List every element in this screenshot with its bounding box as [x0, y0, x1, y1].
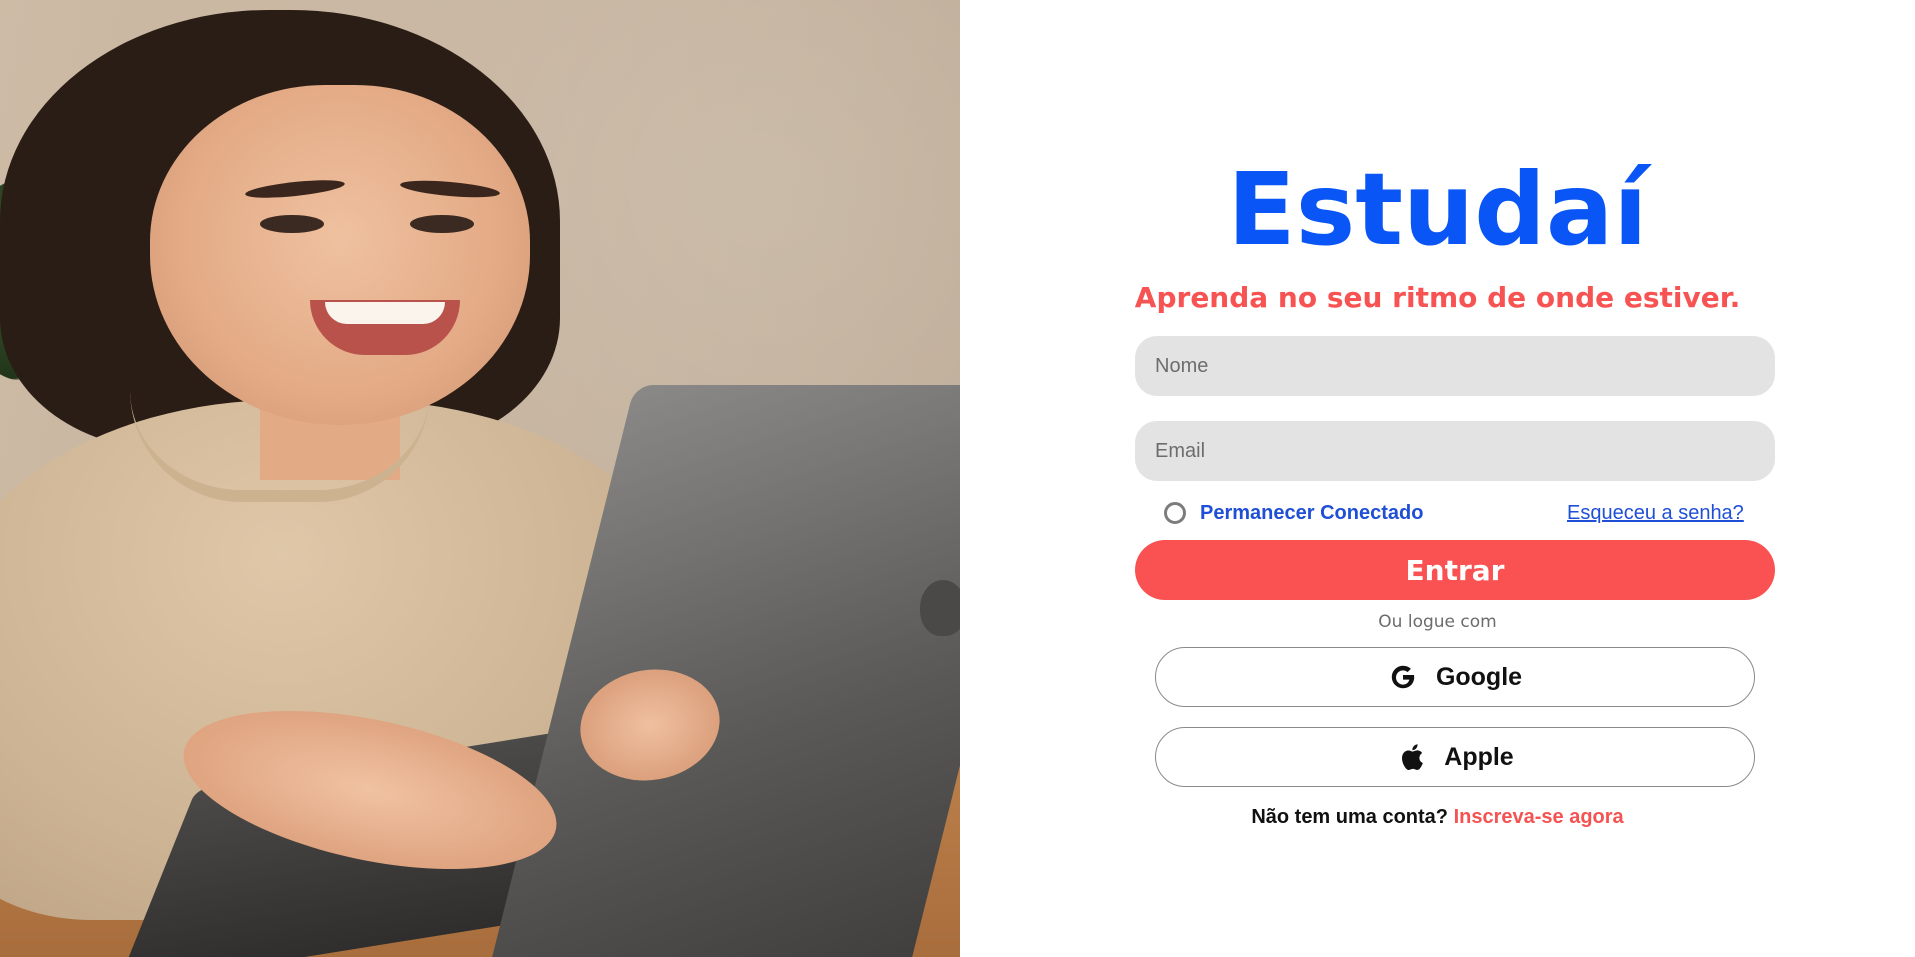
google-button-label: Google	[1435, 662, 1523, 691]
google-login-button[interactable]: Google	[1155, 647, 1755, 707]
photo-eye-left	[260, 215, 324, 233]
google-icon	[1388, 662, 1418, 692]
photo-teeth	[325, 302, 445, 324]
remember-me-toggle[interactable]: Permanecer Conectado	[1164, 498, 1423, 528]
photo-eye-right	[410, 215, 474, 233]
login-page: Estudaí Aprenda no seu ritmo de onde est…	[0, 0, 1915, 957]
apple-icon	[1396, 742, 1426, 772]
hero-photo	[0, 0, 960, 957]
photo-laptop-logo	[920, 580, 960, 636]
login-panel: Estudaí Aprenda no seu ritmo de onde est…	[960, 0, 1915, 957]
login-button[interactable]: Entrar	[1135, 540, 1775, 600]
photo-face	[150, 85, 530, 425]
remember-me-label: Permanecer Conectado	[1200, 501, 1424, 524]
name-input[interactable]	[1135, 336, 1775, 396]
signup-prompt: Não tem uma conta?	[1251, 806, 1454, 828]
social-divider-text: Ou logue com	[1378, 612, 1497, 632]
email-input[interactable]	[1135, 421, 1775, 481]
tagline: Aprenda no seu ritmo de onde estiver.	[1134, 281, 1741, 314]
forgot-password-link[interactable]: Esqueceu a senha?	[1567, 499, 1744, 527]
apple-login-button[interactable]: Apple	[1155, 727, 1755, 787]
signup-link[interactable]: Inscreva-se agora	[1454, 806, 1624, 828]
apple-button-label: Apple	[1444, 742, 1514, 771]
remember-me-radio[interactable]	[1164, 502, 1186, 524]
signup-row: Não tem uma conta? Inscreva-se agora	[960, 806, 1915, 829]
brand-logo: Estudaí	[1227, 151, 1648, 268]
